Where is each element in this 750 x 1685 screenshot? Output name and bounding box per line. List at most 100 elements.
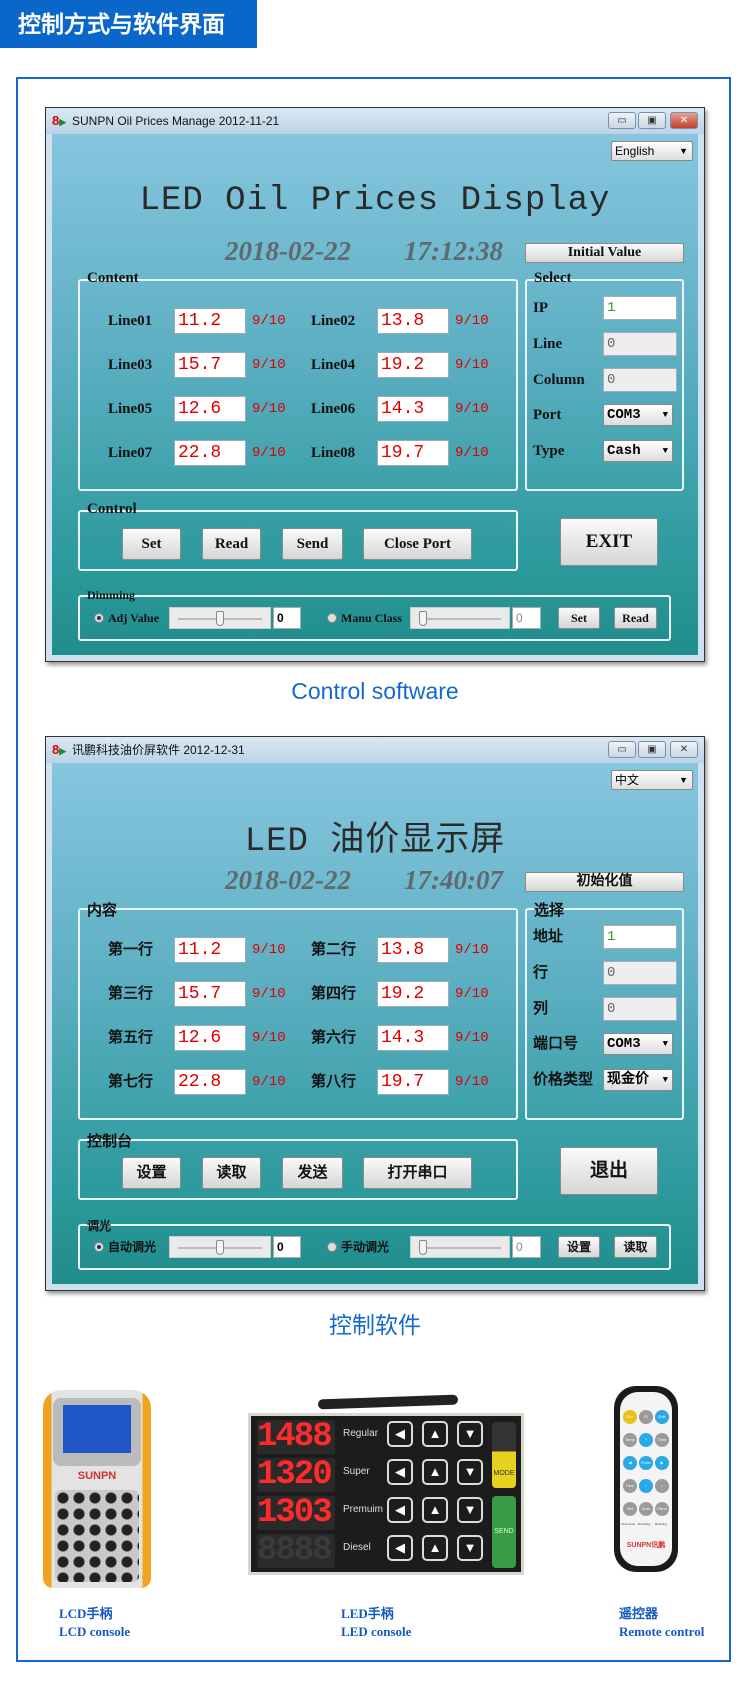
remote-key[interactable]: ▶ xyxy=(655,1456,669,1470)
remote-key[interactable]: Enter xyxy=(639,1456,653,1470)
column-field[interactable]: 0 xyxy=(603,997,677,1021)
line-price-input[interactable]: 19.2 xyxy=(377,352,449,378)
line-price-input[interactable]: 14.3 xyxy=(377,396,449,422)
left-key-icon[interactable]: ◀ xyxy=(387,1459,413,1485)
remote-key[interactable]: − xyxy=(639,1479,653,1493)
up-key-icon[interactable]: ▲ xyxy=(422,1421,448,1447)
mode-key[interactable]: MODE xyxy=(492,1422,516,1488)
remote-key[interactable]: + xyxy=(639,1433,653,1447)
auto-dimming-slider[interactable] xyxy=(169,607,271,629)
control-button-1[interactable]: 读取 xyxy=(202,1157,261,1189)
slider-thumb[interactable] xyxy=(419,611,427,626)
language-select[interactable]: 中文 ▼ xyxy=(611,770,693,790)
manual-dimming-slider[interactable] xyxy=(410,607,510,629)
exit-button[interactable]: EXIT xyxy=(560,518,658,566)
auto-dimming-radio[interactable] xyxy=(94,613,104,623)
down-key-icon[interactable]: ▼ xyxy=(457,1497,483,1523)
left-key-icon[interactable]: ◀ xyxy=(387,1421,413,1447)
ip-field[interactable]: 1 xyxy=(603,296,677,320)
maximize-button[interactable]: ▣ xyxy=(638,112,666,129)
control-button-3[interactable]: 打开串口 xyxy=(363,1157,472,1189)
manual-dimming-value[interactable]: 0 xyxy=(512,1236,541,1258)
remote-key[interactable]: Hand xyxy=(655,1502,669,1516)
line-price-input[interactable]: 14.3 xyxy=(377,1025,449,1051)
line-price-input[interactable]: 19.7 xyxy=(377,1069,449,1095)
manual-dimming-slider[interactable] xyxy=(410,1236,510,1258)
group-legend: Dimming xyxy=(87,588,135,602)
initial-value-button[interactable]: Initial Value xyxy=(525,243,684,263)
up-key-icon[interactable]: ▲ xyxy=(422,1497,448,1523)
slider-thumb[interactable] xyxy=(216,611,224,626)
auto-dimming-value[interactable]: 0 xyxy=(273,1236,301,1258)
type-select[interactable]: Cash ▼ xyxy=(603,440,673,462)
remote-key[interactable]: ◀ xyxy=(623,1456,637,1470)
down-key-icon[interactable]: ▼ xyxy=(457,1421,483,1447)
remote-key[interactable]: Temp xyxy=(623,1433,637,1447)
minimize-button[interactable]: ▭ xyxy=(608,112,636,129)
line-price-input[interactable]: 15.7 xyxy=(174,981,246,1007)
send-key[interactable]: SEND xyxy=(492,1496,516,1568)
close-button[interactable]: ✕ xyxy=(670,741,698,758)
line-price-input[interactable]: 22.8 xyxy=(174,440,246,466)
line-price-input[interactable]: 11.2 xyxy=(174,308,246,334)
slider-thumb[interactable] xyxy=(216,1240,224,1255)
left-key-icon[interactable]: ◀ xyxy=(387,1535,413,1561)
line-field[interactable]: 0 xyxy=(603,961,677,985)
remote-key[interactable]: Esc xyxy=(623,1410,637,1424)
manual-dimming-value[interactable]: 0 xyxy=(512,607,541,629)
line-fraction: 9/10 xyxy=(455,401,489,417)
remote-key[interactable]: Set xyxy=(623,1502,637,1516)
dimming-set-button[interactable]: Set xyxy=(558,607,600,629)
line-price-input[interactable]: 19.7 xyxy=(377,440,449,466)
type-select[interactable]: 现金价 ▼ xyxy=(603,1069,673,1091)
manual-dimming-radio[interactable] xyxy=(327,1242,337,1252)
up-key-icon[interactable]: ▲ xyxy=(422,1535,448,1561)
initial-value-button[interactable]: 初始化值 xyxy=(525,872,684,892)
auto-dimming-radio[interactable] xyxy=(94,1242,104,1252)
left-key-icon[interactable]: ◀ xyxy=(387,1497,413,1523)
control-button-2[interactable]: Send xyxy=(282,528,343,560)
line-price-input[interactable]: 12.6 xyxy=(174,1025,246,1051)
port-select[interactable]: COM3 ▼ xyxy=(603,1033,673,1055)
dimming-set-button[interactable]: 设置 xyxy=(558,1236,600,1258)
language-select[interactable]: English ▼ xyxy=(611,141,693,161)
control-button-1[interactable]: Read xyxy=(202,528,261,560)
remote-key[interactable]: Line xyxy=(623,1479,637,1493)
ip-field[interactable]: 1 xyxy=(603,925,677,949)
remote-key[interactable]: • xyxy=(655,1479,669,1493)
line-price-input[interactable]: 12.6 xyxy=(174,396,246,422)
remote-key[interactable]: Time xyxy=(655,1433,669,1447)
line-price-input[interactable]: 13.8 xyxy=(377,308,449,334)
auto-dimming-value[interactable]: 0 xyxy=(273,607,301,629)
maximize-button[interactable]: ▣ xyxy=(638,741,666,758)
minimize-button[interactable]: ▭ xyxy=(608,741,636,758)
auto-dimming-slider[interactable] xyxy=(169,1236,271,1258)
port-select[interactable]: COM3 ▼ xyxy=(603,404,673,426)
dimming-read-button[interactable]: Read xyxy=(614,607,657,629)
down-key-icon[interactable]: ▼ xyxy=(457,1459,483,1485)
down-key-icon[interactable]: ▼ xyxy=(457,1535,483,1561)
line-price-input[interactable]: 13.8 xyxy=(377,937,449,963)
line-label: Line05 xyxy=(108,401,153,417)
line-price-input[interactable]: 15.7 xyxy=(174,352,246,378)
exit-button[interactable]: 退出 xyxy=(560,1147,658,1195)
line-label: Line07 xyxy=(108,445,153,461)
control-button-0[interactable]: Set xyxy=(122,528,181,560)
control-button-2[interactable]: 发送 xyxy=(282,1157,343,1189)
line-price-input[interactable]: 11.2 xyxy=(174,937,246,963)
dimming-read-button[interactable]: 读取 xyxy=(614,1236,657,1258)
line-price-input[interactable]: 22.8 xyxy=(174,1069,246,1095)
remote-key[interactable]: Auto xyxy=(639,1502,653,1516)
line-field[interactable]: 0 xyxy=(603,332,677,356)
fuel-label: Premuim xyxy=(343,1504,384,1515)
line-price-input[interactable]: 19.2 xyxy=(377,981,449,1007)
control-button-3[interactable]: Close Port xyxy=(363,528,472,560)
control-button-0[interactable]: 设置 xyxy=(122,1157,181,1189)
slider-thumb[interactable] xyxy=(419,1240,427,1255)
close-button[interactable]: ✕ xyxy=(670,112,698,129)
manual-dimming-radio[interactable] xyxy=(327,613,337,623)
column-field[interactable]: 0 xyxy=(603,368,677,392)
up-key-icon[interactable]: ▲ xyxy=(422,1459,448,1485)
remote-key[interactable]: Edit xyxy=(655,1410,669,1424)
remote-key[interactable]: ID xyxy=(639,1410,653,1424)
